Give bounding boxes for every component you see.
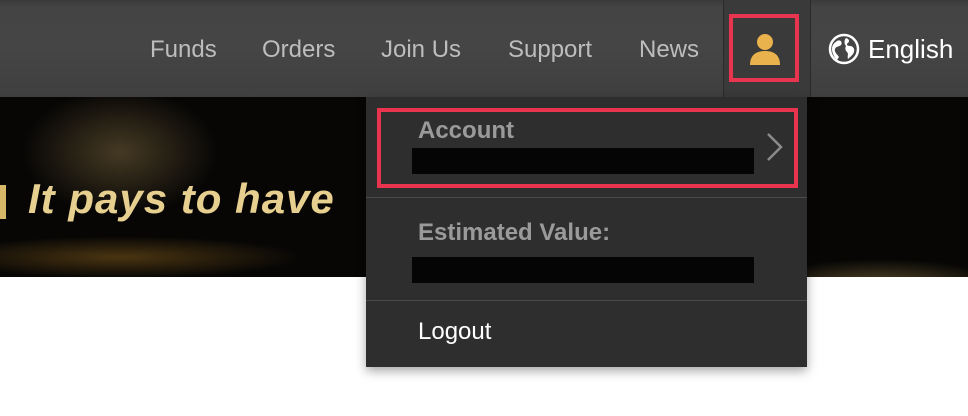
nav-link-funds[interactable]: Funds <box>150 34 217 66</box>
language-selector[interactable]: English <box>828 32 953 66</box>
banner-headline: It pays to have <box>28 175 335 222</box>
estimated-value-redacted <box>412 257 754 283</box>
estimated-value-label: Estimated Value: <box>418 219 611 246</box>
estimated-value-row: Estimated Value: <box>366 198 807 299</box>
account-row-highlight <box>377 108 798 188</box>
nav-link-news[interactable]: News <box>639 34 699 66</box>
logout-link[interactable]: Logout <box>418 318 491 346</box>
nav-link-support[interactable]: Support <box>508 34 592 66</box>
nav-link-orders[interactable]: Orders <box>262 34 335 66</box>
language-label: English <box>868 33 954 64</box>
nav-link-join-us[interactable]: Join Us <box>381 34 461 66</box>
menu-divider <box>366 300 807 301</box>
user-icon-highlight <box>729 14 799 82</box>
top-nav-bar: Funds Orders Join Us Support News Englis… <box>0 0 968 97</box>
globe-icon <box>828 33 860 65</box>
banner-accent <box>0 185 6 219</box>
